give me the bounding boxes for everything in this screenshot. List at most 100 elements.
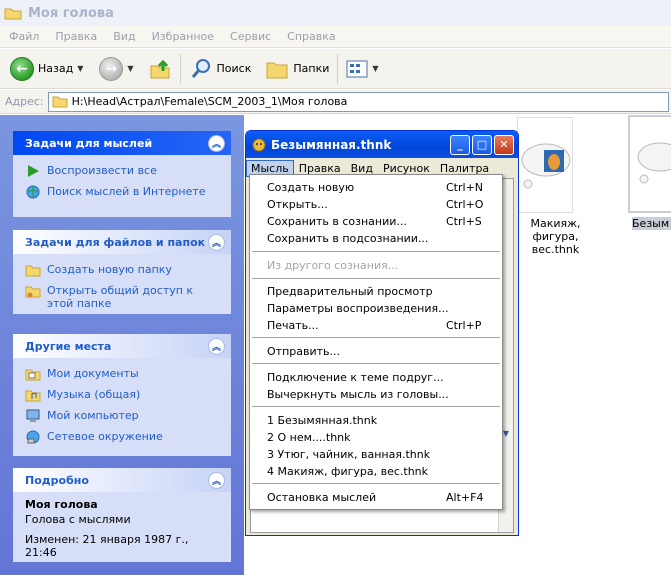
panel-header[interactable]: Задачи для мыслей ︽ (13, 131, 231, 155)
menu-item-recent-4[interactable]: 4 Макияж, фигура, вес.thnk (250, 463, 502, 480)
menu-item-playback-settings[interactable]: Параметры воспроизведения... (250, 300, 502, 317)
computer-icon (26, 409, 40, 422)
link-label: Открыть общий доступ к этой папке (47, 284, 194, 310)
menu-item-open[interactable]: Открыть... Ctrl+O (250, 196, 502, 213)
menu-item-print[interactable]: Печать... Ctrl+P (250, 317, 502, 334)
shared-music-link[interactable]: Музыка (общая) (25, 388, 221, 402)
globe-icon (26, 185, 40, 199)
menu-tools[interactable]: Сервис (221, 30, 278, 43)
menu-item-label: Сохранить в подсознании... (267, 232, 429, 245)
forward-arrow-icon: → (99, 56, 124, 81)
search-thoughts-link[interactable]: Поиск мыслей в Интернете (25, 185, 221, 199)
views-button[interactable]: ▼ (342, 52, 382, 86)
new-folder-link[interactable]: Создать новую папку (25, 263, 221, 277)
folders-button[interactable]: Папки (261, 52, 333, 86)
folders-icon (266, 62, 288, 78)
up-folder-icon (150, 59, 170, 78)
panel-other-places: Другие места ︽ Мои документы Музыка (общ… (13, 334, 231, 456)
maximize-button[interactable]: □ (472, 134, 492, 155)
file-caption: Макияж, фигура, вес.thnk (530, 217, 581, 256)
menu-item-recent-1[interactable]: 1 Безымянная.thnk (250, 412, 502, 429)
panel-header[interactable]: Другие места ︽ (13, 334, 231, 358)
address-label: Адрес: (5, 95, 44, 108)
task-pane: Задачи для мыслей ︽ Воспроизвести все По… (0, 115, 244, 575)
menu-favorites[interactable]: Избранное (143, 30, 221, 43)
menu-item-import: Из другого сознания... (250, 257, 502, 274)
forward-button[interactable]: → ▼ (95, 52, 137, 86)
chevron-down-icon[interactable]: ▼ (77, 64, 83, 73)
collapse-icon[interactable]: ︽ (208, 134, 225, 152)
menu-item-exit[interactable]: Остановка мыслей Alt+F4 (250, 489, 502, 506)
window-title: Моя голова (28, 5, 114, 21)
chevron-down-icon[interactable]: ▼ (127, 64, 133, 73)
play-all-link[interactable]: Воспроизвести все (25, 164, 221, 178)
menu-item-save[interactable]: Сохранить в сознании... Ctrl+S (250, 213, 502, 230)
menu-item-connect-friends[interactable]: Подключение к теме подруг... (250, 369, 502, 386)
menu-item-label: Печать... (267, 319, 319, 332)
network-places-link[interactable]: Сетевое окружение (25, 430, 221, 444)
search-button[interactable]: Поиск (185, 52, 256, 86)
panel-header[interactable]: Задачи для файлов и папок ︽ (13, 230, 231, 254)
folder-icon (4, 8, 22, 20)
menu-edit[interactable]: Правка (46, 30, 104, 43)
shared-folder-icon (25, 286, 41, 298)
thought-cloud-icon (637, 142, 671, 184)
folder-icon (52, 96, 68, 108)
panel-title: Другие места (25, 339, 112, 353)
back-label: Назад (38, 62, 74, 75)
menu-item-label: Открыть... (267, 198, 328, 211)
address-bar: Адрес: H:\Head\Астрал\Female\SCM_2003_1\… (0, 90, 671, 114)
menu-item-new[interactable]: Создать новую Ctrl+N (250, 179, 502, 196)
menu-item-recent-3[interactable]: 3 Утюг, чайник, ванная.thnk (250, 446, 502, 463)
share-folder-link[interactable]: Открыть общий доступ к этой папке (25, 284, 221, 310)
menu-item-label: Из другого сознания... (267, 259, 399, 272)
back-button[interactable]: ← Назад ▼ (6, 52, 87, 86)
toolbar-separator (337, 53, 339, 84)
my-computer-link[interactable]: Мой компьютер (25, 409, 221, 423)
menu-item-label: 1 Безымянная.thnk (267, 414, 378, 427)
menu-item-label: 4 Макияж, фигура, вес.thnk (267, 465, 429, 478)
menu-separator (252, 363, 500, 364)
address-input[interactable]: H:\Head\Астрал\Female\SCM_2003_1\Моя гол… (47, 91, 669, 112)
menu-item-label: Остановка мыслей (267, 491, 377, 504)
menu-item-shortcut: Alt+F4 (446, 491, 484, 504)
menu-help[interactable]: Справка (278, 30, 342, 43)
documents-folder-icon (25, 369, 41, 381)
link-label: Сетевое окружение (47, 430, 163, 443)
detail-type: Голова с мыслями (25, 513, 131, 526)
menu-item-send[interactable]: Отправить... (250, 343, 502, 360)
menu-item-label: Вычеркнуть мысль из головы... (267, 388, 449, 401)
menu-file[interactable]: Файл (0, 30, 46, 43)
explorer-title-bar: Моя голова (0, 0, 671, 26)
menu-item-save-subconscious[interactable]: Сохранить в подсознании... (250, 230, 502, 247)
collapse-icon[interactable]: ︽ (208, 233, 225, 251)
my-documents-link[interactable]: Мои документы (25, 367, 221, 381)
menu-item-preview[interactable]: Предварительный просмотр (250, 283, 502, 300)
menu-separator (252, 337, 500, 338)
collapse-icon[interactable]: ︽ (208, 471, 225, 489)
dialog-title-bar[interactable]: Безымянная.thnk _ □ ✕ (246, 131, 518, 158)
up-folder-button[interactable] (144, 52, 176, 86)
toolbar-separator (179, 53, 181, 84)
menu-view[interactable]: Вид (104, 30, 142, 43)
back-arrow-icon: ← (10, 56, 34, 81)
address-path: H:\Head\Астрал\Female\SCM_2003_1\Моя гол… (71, 95, 348, 108)
chevron-down-icon[interactable]: ▼ (372, 64, 378, 73)
link-label: Создать новую папку (47, 263, 172, 276)
menu-item-recent-2[interactable]: 2 О нем....thnk (250, 429, 502, 446)
close-button[interactable]: ✕ (494, 134, 514, 155)
folders-label: Папки (293, 62, 330, 75)
menu-item-label: Предварительный просмотр (267, 285, 433, 298)
menu-item-erase-thought[interactable]: Вычеркнуть мысль из головы... (250, 386, 502, 403)
file-thumbnail-selected[interactable] (628, 115, 671, 213)
minimize-button[interactable]: _ (450, 134, 470, 155)
search-label: Поиск (216, 62, 252, 75)
views-icon (346, 60, 368, 77)
panel-header[interactable]: Подробно ︽ (13, 468, 231, 492)
collapse-icon[interactable]: ︽ (208, 337, 225, 355)
menu-separator (252, 483, 500, 484)
panel-thought-tasks: Задачи для мыслей ︽ Воспроизвести все По… (13, 131, 231, 217)
file-thumbnail[interactable] (517, 117, 573, 213)
app-icon (252, 138, 266, 151)
menu-item-label: Подключение к теме подруг... (267, 371, 444, 384)
